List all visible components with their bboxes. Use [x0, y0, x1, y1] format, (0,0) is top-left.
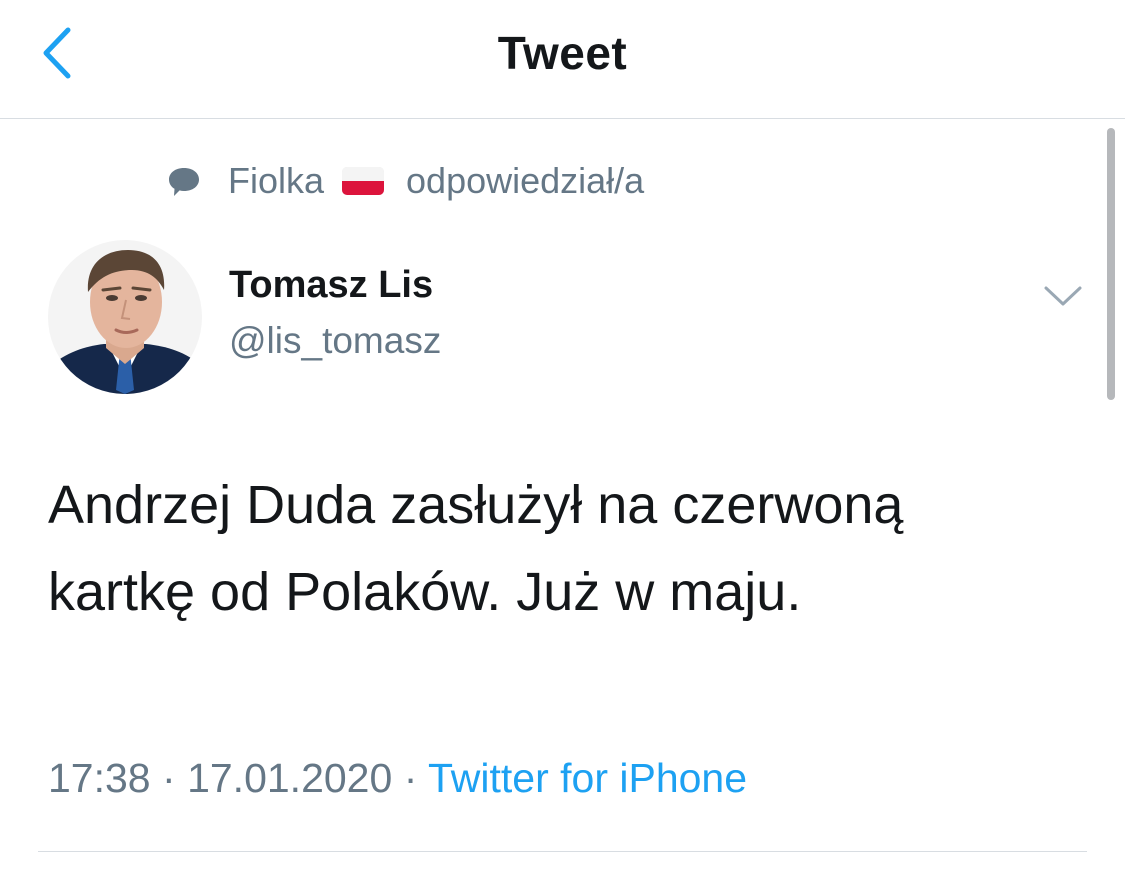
meta-separator: ·: [403, 755, 418, 801]
author-name[interactable]: Tomasz Lis: [229, 264, 433, 307]
avatar-photo: [48, 240, 202, 394]
tweet-text-line-1: Andrzej Duda zasłużył na czerwoną: [48, 475, 904, 535]
divider: [38, 851, 1087, 852]
reply-context[interactable]: Fiolka odpowiedział/a: [166, 156, 644, 206]
more-options-button[interactable]: [1040, 280, 1086, 312]
tweet-time: 17:38: [48, 755, 151, 801]
page-title: Tweet: [497, 27, 628, 79]
scrollbar[interactable]: [1107, 128, 1115, 400]
tweet-meta: 17:38 · 17.01.2020 · Twitter for iPhone: [48, 755, 747, 802]
meta-separator: ·: [162, 755, 176, 801]
tweet-date: 17.01.2020: [187, 755, 393, 801]
tweet-text: Andrzej Duda zasłużył na czerwoną kartkę…: [48, 462, 1088, 636]
nav-header: Tweet: [0, 0, 1125, 119]
speech-bubble-icon: [169, 168, 199, 196]
chevron-down-icon: [1044, 286, 1082, 306]
reply-label: odpowiedział/a: [406, 160, 645, 201]
avatar[interactable]: [48, 240, 202, 394]
tweet-screen: Tweet Fiolka odpowiedział/a Tomasz Lis @…: [0, 0, 1125, 869]
tweet-source-link[interactable]: Twitter for iPhone: [428, 755, 747, 801]
author-handle[interactable]: @lis_tomasz: [229, 320, 441, 362]
tweet-text-line-2: kartkę od Polaków. Już w maju.: [48, 562, 802, 622]
reply-user-name: Fiolka: [228, 160, 325, 201]
poland-flag-icon: [342, 167, 385, 195]
